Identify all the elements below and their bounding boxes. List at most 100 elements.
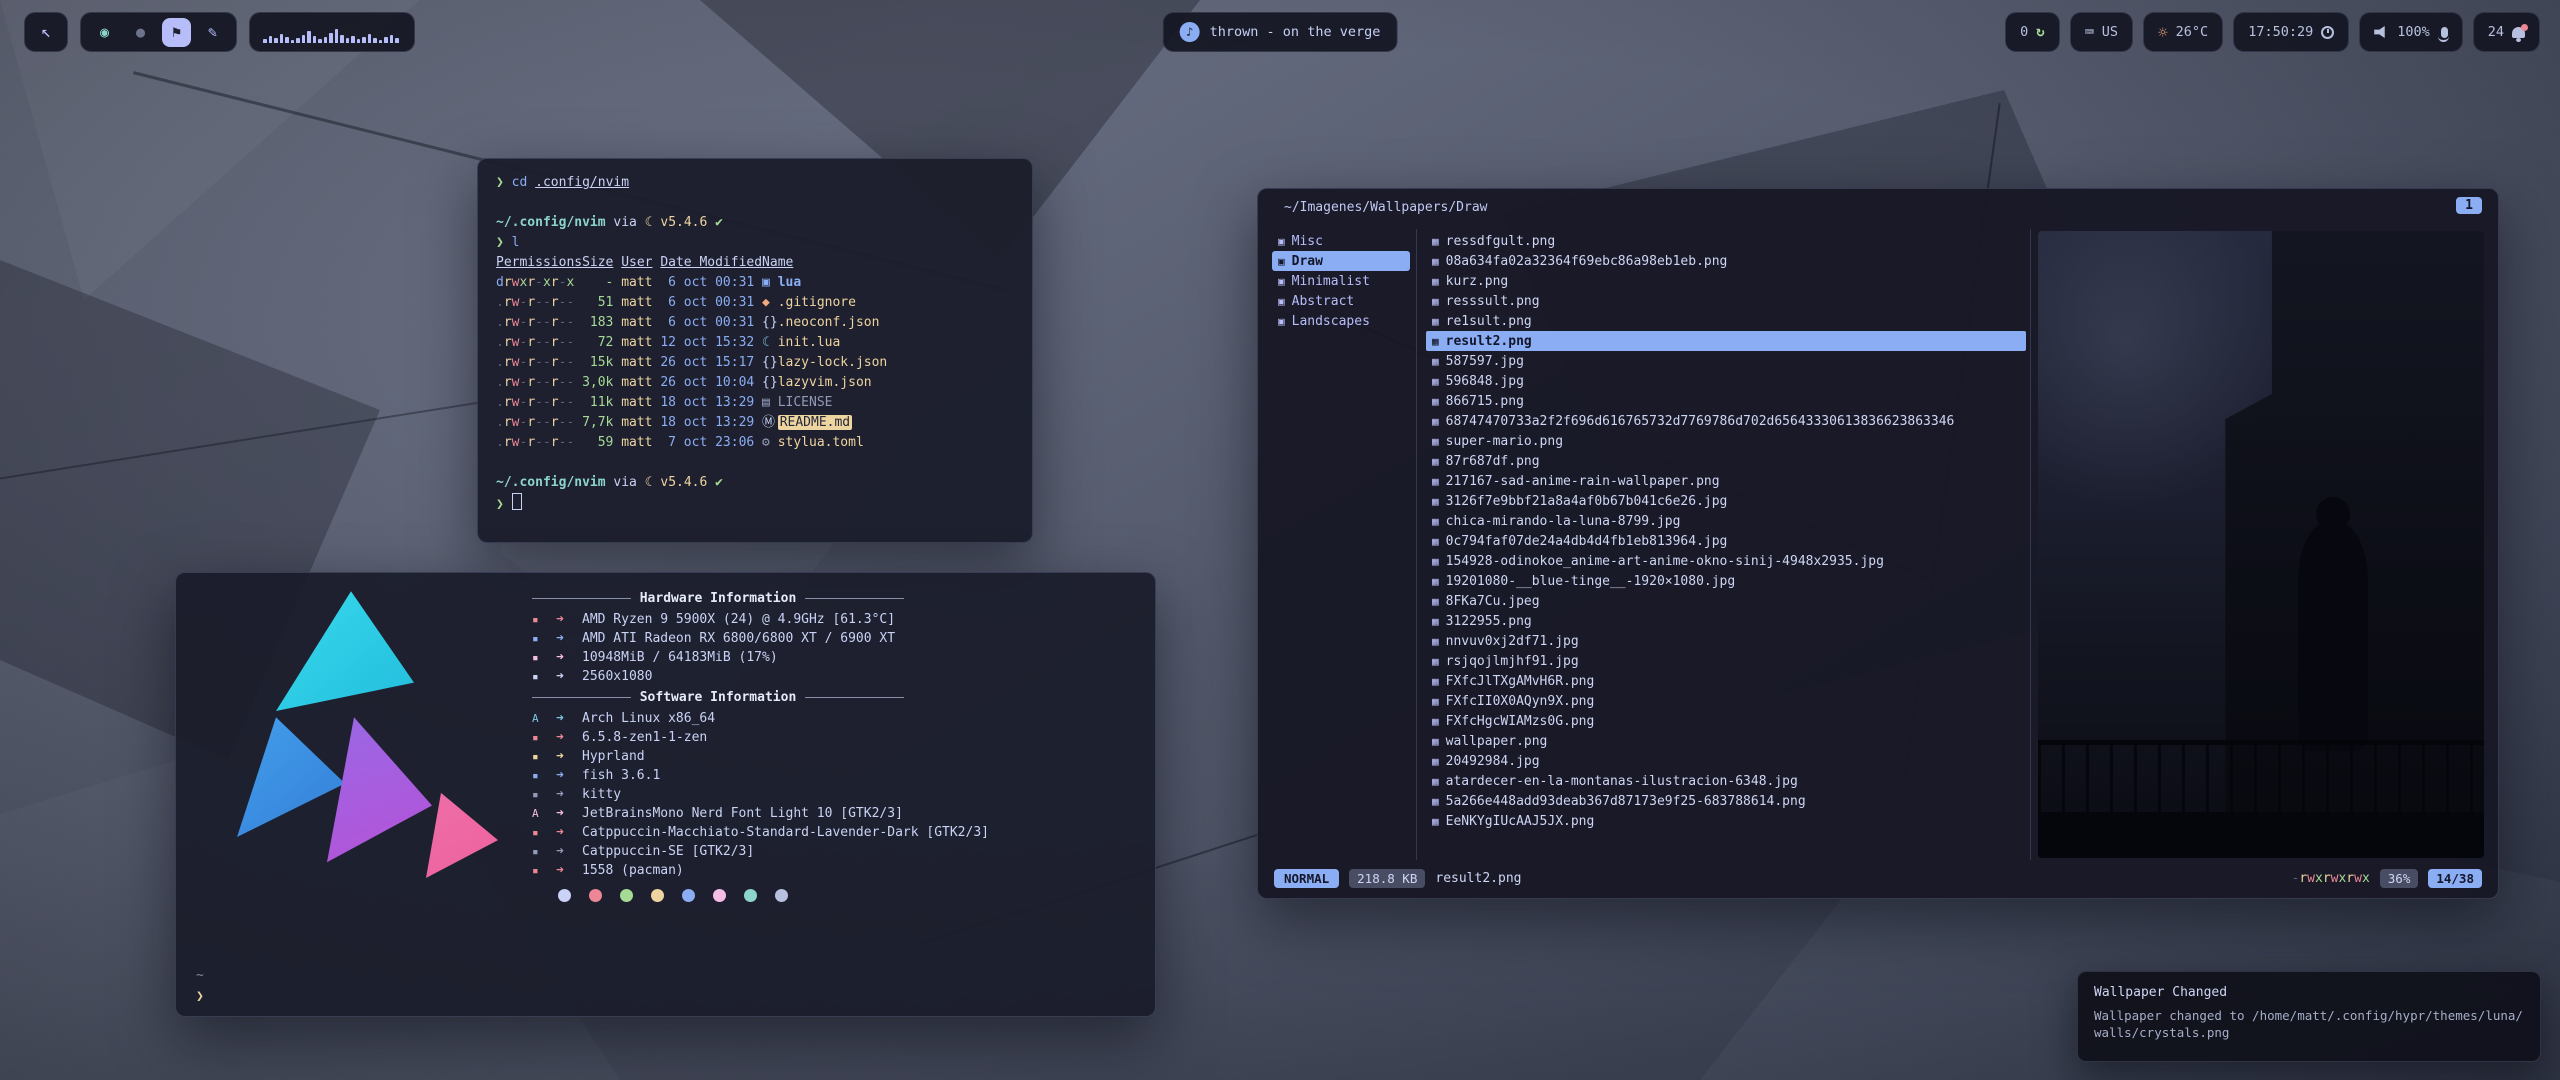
file-row[interactable]: ▦8FKa7Cu.jpeg (1426, 591, 2026, 611)
file-manager-window[interactable]: ~/Imagenes/Wallpapers/Draw 1 ▣Misc▣Draw▣… (1257, 188, 2499, 899)
fetch-line-icon: ▪ (532, 667, 556, 686)
date-modified: 18 oct 13:29 (660, 413, 762, 433)
volume-level: 100% (2397, 24, 2430, 40)
file-row[interactable]: ▦08a634fa02a32364f69ebc86a98eb1eb.png (1426, 251, 2026, 271)
keyboard-layout-module[interactable]: ⌨ US (2070, 12, 2133, 52)
file-row[interactable]: ▦587597.jpg (1426, 351, 2026, 371)
image-file-icon: ▦ (1432, 295, 1439, 308)
sidebar-item-minimalist[interactable]: ▣Minimalist (1272, 271, 1410, 291)
file-row[interactable]: ▦5a266e448add93deab367d87173e9f25-683788… (1426, 791, 2026, 811)
file-name: ressdfgult.png (1446, 234, 1556, 249)
file-row[interactable]: ▦atardecer-en-la-montanas-ilustracion-63… (1426, 771, 2026, 791)
workspace-button-dot[interactable]: ● (126, 18, 155, 47)
lua-version: v5.4.6 (660, 475, 707, 490)
notifications-module[interactable]: 24 (2473, 12, 2540, 52)
file-row[interactable]: ▦3126f7e9bbf21a8a4af0b67b041c6e26.jpg (1426, 491, 2026, 511)
image-file-icon: ▦ (1432, 315, 1439, 328)
terminal-input-line[interactable]: ❯ (496, 493, 1014, 513)
fetch-prompt[interactable]: ~ ❯ (196, 965, 204, 1007)
lua-icon: ☾ (645, 215, 653, 230)
clock-module[interactable]: 17:50:29 (2233, 12, 2349, 52)
file-row[interactable]: ▦87r687df.png (1426, 451, 2026, 471)
command-arg: .config/nvim (535, 175, 629, 190)
file-name: LICENSE (778, 395, 833, 410)
media-icon: ♪ (1180, 22, 1200, 42)
launcher-button[interactable]: ↖ (24, 12, 68, 52)
file-row[interactable]: ▦596848.jpg (1426, 371, 2026, 391)
image-file-icon: ▦ (1432, 255, 1439, 268)
terminal-line: ❯ cd .config/nvim (496, 173, 1014, 193)
file-row[interactable]: ▦chica-mirando-la-luna-8799.jpg (1426, 511, 2026, 531)
fetch-line: ▪➜10948MiB / 64183MiB (17%) (532, 648, 1132, 667)
viz-bar (296, 38, 300, 43)
sidebar-item-draw[interactable]: ▣Draw (1272, 251, 1410, 271)
file-row[interactable]: ▦ressdfgult.png (1426, 231, 2026, 251)
filetype-icon: ◆ (762, 293, 778, 313)
file-name: 19201080-__blue-tinge__-1920×1080.jpg (1446, 574, 1736, 589)
notification-popup[interactable]: Wallpaper Changed Wallpaper changed to /… (2077, 971, 2541, 1062)
prompt-path-line: ~/.config/nvim via ☾ v5.4.6 ✔ (496, 213, 1014, 233)
file-row[interactable]: ▦resssult.png (1426, 291, 2026, 311)
prompt-char: ❯ (496, 175, 504, 190)
file-row[interactable]: ▦wallpaper.png (1426, 731, 2026, 751)
permissions: .rw-r--r-- (496, 433, 582, 453)
file-row[interactable]: ▦rsjqojlmjhf91.jpg (1426, 651, 2026, 671)
fetch-window[interactable]: Hardware Information ▪➜AMD Ryzen 9 5900X… (175, 572, 1156, 1017)
workspace-button-flag[interactable]: ⚑ (162, 18, 191, 47)
fetch-line: ▪➜fish 3.6.1 (532, 766, 1132, 785)
image-file-icon: ▦ (1432, 615, 1439, 628)
file-name: 866715.png (1446, 394, 1524, 409)
image-file-icon: ▦ (1432, 735, 1439, 748)
file-row[interactable]: ▦EeNKYgIUcAAJ5JX.png (1426, 811, 2026, 831)
workspace-button-ring[interactable]: ◉ (90, 18, 119, 47)
fetch-line-text: 10948MiB / 64183MiB (17%) (582, 648, 778, 667)
image-file-icon: ▦ (1432, 495, 1439, 508)
workspace-button-brush[interactable]: ✎ (198, 18, 227, 47)
file-row[interactable]: ▦result2.png (1426, 331, 2026, 351)
permissions: .rw-r--r-- (496, 413, 582, 433)
media-player-pill[interactable]: ♪ thrown - on the verge (1163, 12, 1398, 52)
sidebar-item-misc[interactable]: ▣Misc (1272, 231, 1410, 251)
file-row[interactable]: ▦super-mario.png (1426, 431, 2026, 451)
file-name: .gitignore (778, 295, 856, 310)
sidebar-folders: ▣Misc▣Draw▣Minimalist▣Abstract▣Landscape… (1272, 231, 1410, 331)
file-row[interactable]: ▦kurz.png (1426, 271, 2026, 291)
file-size: 15k (582, 353, 613, 373)
fetch-line-icon: ▪ (532, 747, 556, 766)
image-file-icon: ▦ (1432, 695, 1439, 708)
terminal-window[interactable]: ❯ cd .config/nvim ~/.config/nvim via ☾ v… (477, 158, 1033, 543)
file-row[interactable]: ▦0c794faf07de24a4db4d4fb1eb813964.jpg (1426, 531, 2026, 551)
sidebar-item-landscapes[interactable]: ▣Landscapes (1272, 311, 1410, 331)
sidebar-item-abstract[interactable]: ▣Abstract (1272, 291, 1410, 311)
file-row[interactable]: ▦19201080-__blue-tinge__-1920×1080.jpg (1426, 571, 2026, 591)
volume-module[interactable]: 100% (2359, 12, 2463, 52)
file-owner: matt (621, 313, 660, 333)
file-row[interactable]: ▦FXfcII0X0AQyn9X.png (1426, 691, 2026, 711)
file-row[interactable]: ▦re1sult.png (1426, 311, 2026, 331)
weather-module[interactable]: ☼ 26°C (2143, 12, 2223, 52)
image-file-icon: ▦ (1432, 375, 1439, 388)
file-row[interactable]: ▦FXfcJlTXgAMvH6R.png (1426, 671, 2026, 691)
ls-row: .rw-r--r--3,0kmatt26 oct 10:04{}lazyvim.… (496, 373, 1014, 393)
file-row[interactable]: ▦FXfcHgcWIAMzs0G.png (1426, 711, 2026, 731)
image-file-icon: ▦ (1432, 755, 1439, 768)
file-name: FXfcHgcWIAMzs0G.png (1446, 714, 1595, 729)
image-file-icon: ▦ (1432, 435, 1439, 448)
updates-module[interactable]: 0 ↻ (2005, 12, 2060, 52)
tab-indicator[interactable]: 1 (2456, 197, 2482, 214)
tilde: ~ (196, 965, 204, 986)
arrow-icon: ➜ (556, 648, 582, 667)
file-row[interactable]: ▦3122955.png (1426, 611, 2026, 631)
file-row[interactable]: ▦20492984.jpg (1426, 751, 2026, 771)
fetch-line-text: 6.5.8-zen1-1-zen (582, 728, 707, 747)
file-row[interactable]: ▦68747470733a2f2f696d616765732d7769786d7… (1426, 411, 2026, 431)
folder-icon: ▣ (1278, 315, 1285, 328)
file-row[interactable]: ▦154928-odinokoe_anime-art-anime-okno-si… (1426, 551, 2026, 571)
file-row[interactable]: ▦866715.png (1426, 391, 2026, 411)
keyboard-layout: US (2102, 24, 2118, 40)
file-name: stylua.toml (778, 435, 864, 450)
file-row[interactable]: ▦217167-sad-anime-rain-wallpaper.png (1426, 471, 2026, 491)
fetch-line-icon: A (532, 709, 556, 728)
file-row[interactable]: ▦nnvuv0xj2df71.jpg (1426, 631, 2026, 651)
notification-body: Wallpaper changed to /home/matt/.config/… (2094, 1007, 2524, 1041)
